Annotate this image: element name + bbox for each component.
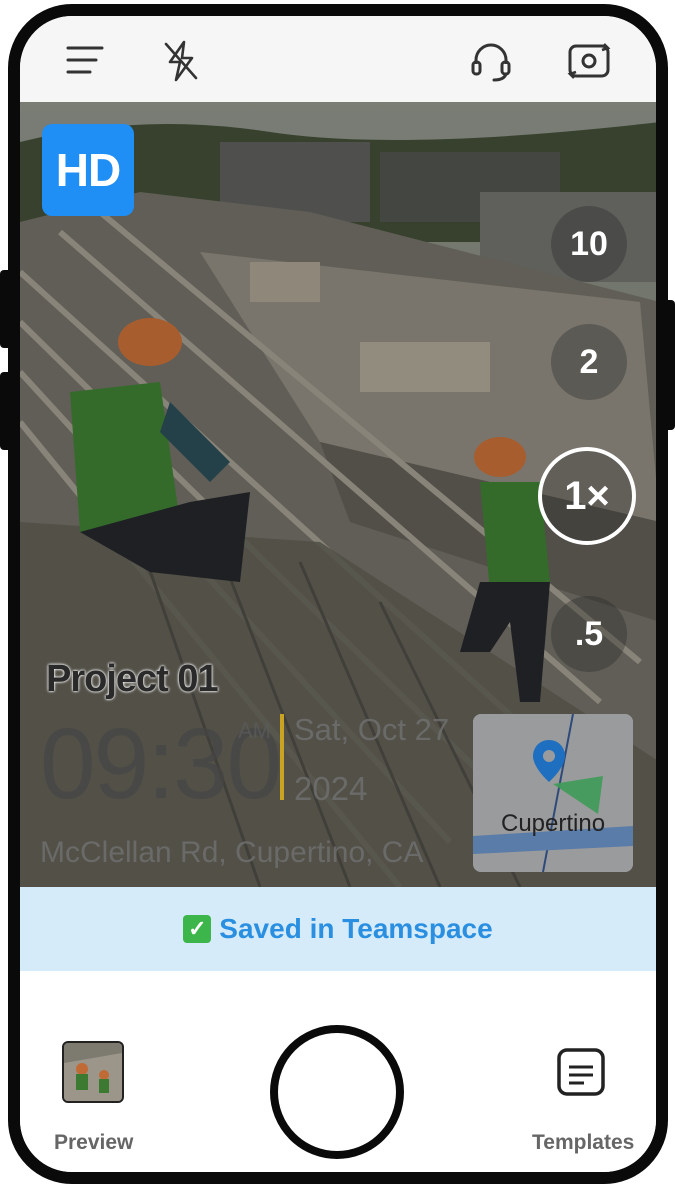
checkmark-icon: ✓ [183,915,212,943]
watermark-divider [280,714,284,800]
zoom-10x-button[interactable]: 10 [551,206,627,282]
flash-off-icon[interactable] [158,38,204,84]
preview-thumbnail-button[interactable] [62,1041,124,1103]
camera-rotate-icon[interactable] [566,38,612,84]
zoom-half-button[interactable]: .5 [551,596,627,672]
location-map-thumbnail[interactable]: Cupertino [473,714,633,872]
zoom-1x-button[interactable]: 1× [538,447,636,545]
hd-quality-badge[interactable]: HD [42,124,134,216]
preview-label[interactable]: Preview [54,1131,133,1155]
phone-frame: HD 10 2 1× .5 Project 01 09:30 AM Sat, O… [8,4,668,1184]
watermark-address: McClellan Rd, Cupertino, CA [40,836,424,869]
watermark-project-name: Project 01 [46,658,219,700]
saved-status-banner: ✓ Saved in Teamspace [20,887,656,971]
headset-icon[interactable] [468,38,514,84]
watermark-ampm: AM [238,718,271,743]
templates-label[interactable]: Templates [532,1131,634,1155]
hamburger-menu-icon[interactable] [62,38,108,84]
camera-bottom-controls: Preview Templates [20,971,656,1172]
saved-status-text: Saved in Teamspace [219,913,493,944]
camera-viewfinder[interactable]: HD 10 2 1× .5 Project 01 09:30 AM Sat, O… [20,102,656,887]
zoom-2x-button[interactable]: 2 [551,324,627,400]
shutter-button[interactable] [270,1025,404,1159]
watermark-date: Sat, Oct 27 [294,712,450,747]
map-location-label: Cupertino [501,810,606,837]
templates-icon[interactable] [556,1047,606,1097]
camera-top-bar [20,16,656,102]
watermark-year: 2024 [294,770,368,807]
